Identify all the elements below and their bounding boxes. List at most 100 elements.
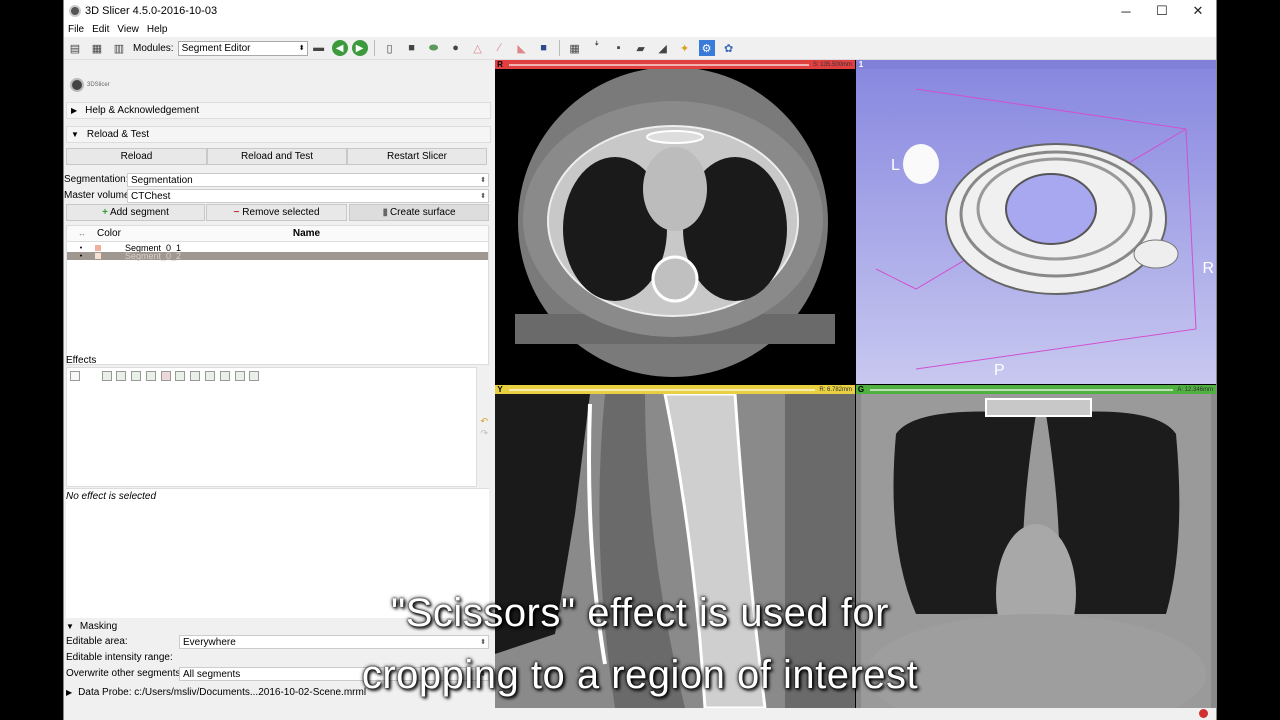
segmentation-selector[interactable]: Segmentation ⬍ xyxy=(127,173,489,187)
null-effect-icon[interactable] xyxy=(70,371,80,381)
segmentation-label: Segmentation: xyxy=(64,174,129,185)
axial-ct-image xyxy=(515,69,835,377)
right-orientation-label: R xyxy=(1202,260,1214,277)
visibility-column-icon: ↔ xyxy=(78,229,86,238)
python-icon[interactable]: ✿ xyxy=(721,40,737,56)
eye-icon[interactable]: • xyxy=(67,245,95,252)
level-tracing-icon[interactable] xyxy=(145,371,156,381)
menu-file[interactable]: File xyxy=(64,24,88,35)
draw-icon[interactable] xyxy=(116,371,127,381)
transforms-icon[interactable]: ● xyxy=(448,40,464,56)
color-column-header: Color xyxy=(97,228,121,239)
create-surface-label: Create surface xyxy=(389,207,456,218)
chevron-right-icon: ▶ xyxy=(71,106,78,115)
menu-bar: File Edit View Help xyxy=(64,22,1216,37)
dicom-icon[interactable]: ▦ xyxy=(89,40,105,56)
yellow-slice-slider[interactable] xyxy=(509,388,816,391)
create-surface-button[interactable]: ▮ Create surface xyxy=(349,204,489,221)
crosshair-icon[interactable]: ꜜ xyxy=(589,40,605,56)
editor-icon[interactable]: △ xyxy=(470,40,486,56)
reload-section[interactable]: ▼ Reload & Test xyxy=(66,126,491,143)
fiducial-icon[interactable]: ✦ xyxy=(677,40,693,56)
layout-icon[interactable]: ▦ xyxy=(567,40,583,56)
eye-icon[interactable]: • xyxy=(67,253,95,260)
save-icon[interactable]: ▥ xyxy=(111,40,127,56)
green-view-id: G xyxy=(857,385,865,394)
islands-icon[interactable] xyxy=(234,371,245,381)
green-slice-controller[interactable]: G A: 12.346mm xyxy=(856,385,1216,394)
markups-icon[interactable]: ∕ xyxy=(492,40,508,56)
ruler-icon[interactable]: ◢ xyxy=(655,40,671,56)
erase-icon[interactable] xyxy=(131,371,142,381)
threed-render xyxy=(856,69,1216,384)
segments-table-header: ↔ Color Name xyxy=(67,226,488,242)
red-slice-offset: S: 135.500mm xyxy=(812,61,852,68)
module-history-icon[interactable]: ▬ xyxy=(311,40,327,56)
scissors-icon[interactable] xyxy=(160,371,171,381)
logical-operators-icon[interactable] xyxy=(249,371,260,381)
red-slice-view[interactable]: R S: 135.500mm xyxy=(495,60,855,384)
back-arrow-icon[interactable]: ◀ xyxy=(331,40,348,56)
help-section[interactable]: ▶ Help & Acknowledgement xyxy=(66,102,491,119)
menu-help[interactable]: Help xyxy=(143,24,172,35)
no-effect-label: No effect is selected xyxy=(66,491,157,502)
extension-manager-icon[interactable]: ⚙ xyxy=(698,40,715,56)
screen-capture-icon[interactable]: ■ xyxy=(536,40,552,56)
chevron-down-icon: ⬍ xyxy=(298,45,305,52)
fill-between-slices-icon[interactable] xyxy=(190,371,201,381)
grow-from-seeds-icon[interactable] xyxy=(175,371,186,381)
undo-icon[interactable]: ↶ xyxy=(480,416,488,427)
title-bar: 3D Slicer 4.5.0-2016-10-03 ─ ☐ ✕ xyxy=(64,0,1216,22)
volumes-cube-icon[interactable]: ■ xyxy=(404,40,420,56)
redo-icon[interactable]: ↷ xyxy=(480,428,488,439)
yellow-slice-offset: R: 6.782mm xyxy=(819,386,852,393)
load-data-icon[interactable]: ▤ xyxy=(67,40,83,56)
left-orientation-label: L xyxy=(891,157,900,174)
smoothing-icon[interactable] xyxy=(219,371,230,381)
remove-selected-button[interactable]: − Remove selected xyxy=(206,204,347,221)
add-segment-button[interactable]: + Add segment xyxy=(66,204,205,221)
annotation-icon[interactable]: ◣ xyxy=(514,40,530,56)
module-logo: 3DSlicer xyxy=(70,78,110,92)
data-module-icon[interactable]: ▯ xyxy=(382,40,398,56)
reload-and-test-button[interactable]: Reload and Test xyxy=(207,148,347,165)
segment-color-swatch[interactable] xyxy=(95,253,101,259)
models-icon[interactable]: ⬬ xyxy=(426,40,442,56)
remove-selected-label: Remove selected xyxy=(242,207,320,218)
effects-label: Effects xyxy=(66,355,97,366)
yellow-slice-controller[interactable]: Y R: 6.782mm xyxy=(495,385,855,394)
menu-view[interactable]: View xyxy=(113,24,143,35)
master-volume-selector[interactable]: CTChest ⬍ xyxy=(127,189,489,203)
video-subtitles: "Scissors" effect is used for cropping t… xyxy=(0,582,1280,706)
margin-icon[interactable] xyxy=(205,371,216,381)
video-frame: 3D Slicer 4.5.0-2016-10-03 ─ ☐ ✕ File Ed… xyxy=(0,0,1280,720)
maximize-button[interactable]: ☐ xyxy=(1144,3,1180,19)
reload-button[interactable]: Reload xyxy=(66,148,207,165)
segmentation-value: Segmentation xyxy=(131,174,193,186)
chevron-down-icon: ▼ xyxy=(71,130,79,139)
threed-view[interactable]: 1 L R P xyxy=(856,60,1216,384)
close-button[interactable]: ✕ xyxy=(1180,3,1216,19)
red-slice-slider[interactable] xyxy=(509,63,809,66)
paint-icon[interactable] xyxy=(101,371,112,381)
module-selector[interactable]: Segment Editor ⬍ xyxy=(177,40,308,56)
segment-name[interactable]: Segment_0_2 xyxy=(125,251,181,261)
red-slice-controller[interactable]: R S: 135.500mm xyxy=(495,60,855,69)
threed-controller[interactable]: 1 xyxy=(856,60,1216,69)
error-log-icon[interactable] xyxy=(1199,709,1208,718)
minimize-button[interactable]: ─ xyxy=(1108,4,1144,19)
forward-arrow-icon[interactable]: ▶ xyxy=(351,40,368,56)
toolbar-separator xyxy=(373,40,375,56)
threed-view-id: 1 xyxy=(858,60,864,69)
segment-color-swatch[interactable] xyxy=(95,245,101,251)
menu-edit[interactable]: Edit xyxy=(88,24,113,35)
segments-table: ↔ Color Name • Segment_0_1 • Segment_0_2 xyxy=(66,225,489,365)
grid-icon[interactable]: ▪ xyxy=(611,40,627,56)
plus-icon: + xyxy=(102,207,108,218)
restart-slicer-button[interactable]: Restart Slicer xyxy=(347,148,487,165)
table-row[interactable]: • Segment_0_2 xyxy=(67,251,488,261)
toolbar: ▤ ▦ ▥ Modules: Segment Editor ⬍ ▬ ◀ ▶ ▯ … xyxy=(64,37,1216,60)
help-section-label: Help & Acknowledgement xyxy=(85,105,200,116)
window-level-icon[interactable]: ▰ xyxy=(633,40,649,56)
green-slice-slider[interactable] xyxy=(870,388,1174,391)
